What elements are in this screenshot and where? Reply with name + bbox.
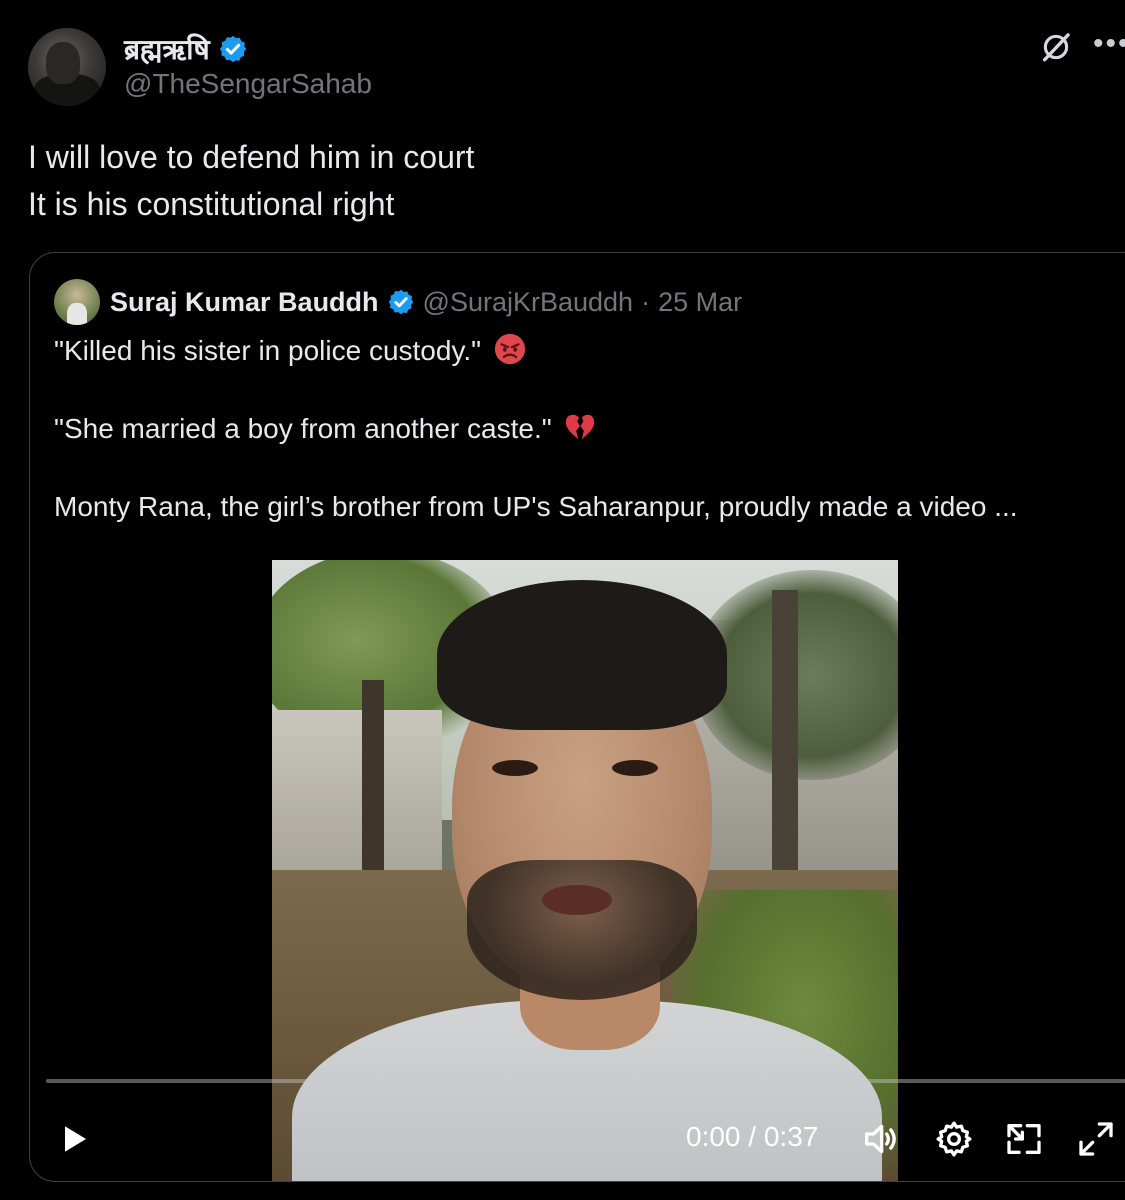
verified-badge-icon <box>388 289 413 315</box>
video-progress-bar[interactable] <box>46 1079 1125 1083</box>
angry-face-icon <box>494 333 526 365</box>
tweet-text-line: I will love to defend him in court <box>28 139 475 175</box>
quoted-author-display-name[interactable]: Suraj Kumar Bauddh <box>110 287 379 318</box>
quoted-text-line-content: "Killed his sister in police custody." <box>54 335 482 366</box>
video-person-beard <box>467 860 697 1000</box>
video-person-eye <box>492 760 538 776</box>
video-person-mouth <box>542 885 612 915</box>
grok-icon[interactable] <box>1039 30 1073 64</box>
more-icon[interactable]: ••• <box>1093 30 1125 64</box>
author-handle[interactable]: @TheSengarSahab <box>124 68 372 100</box>
quoted-text-line-content: Monty Rana, the girl’s brother from UP's… <box>54 491 1018 522</box>
quoted-header-separator: · <box>641 286 651 317</box>
quoted-author-avatar[interactable] <box>54 279 100 325</box>
tweet-top-actions: ••• <box>1039 30 1125 64</box>
video-scene-trunk <box>362 680 384 900</box>
tweet-text: I will love to defend him in court It is… <box>28 134 1088 228</box>
video-controls: 0:00 / 0:37 <box>30 1113 1125 1163</box>
author-display-name-row[interactable]: ब्रह्मऋषि <box>124 30 248 68</box>
picture-in-picture-icon[interactable] <box>1004 1119 1044 1159</box>
video-person-hair <box>437 580 727 730</box>
video-time-display: 0:00 / 0:37 <box>686 1121 818 1153</box>
video-scene-wall <box>272 710 442 870</box>
avatar-figure-head <box>46 42 80 84</box>
quoted-tweet-card[interactable]: Suraj Kumar Bauddh @SurajKrBauddh · 25 M… <box>29 252 1125 1182</box>
play-icon[interactable] <box>56 1119 92 1159</box>
video-time-separator: / <box>740 1121 764 1152</box>
quoted-tweet-header: Suraj Kumar Bauddh @SurajKrBauddh · 25 M… <box>54 279 742 325</box>
author-display-name[interactable]: ब्रह्मऋषि <box>124 30 210 68</box>
quoted-author-handle[interactable]: @SurajKrBauddh <box>423 287 634 318</box>
tweet-text-line: It is his constitutional right <box>28 186 395 222</box>
fullscreen-icon[interactable] <box>1076 1119 1116 1159</box>
quoted-text-line: Monty Rana, the girl’s brother from UP's… <box>54 487 1125 526</box>
quoted-text-line: "Killed his sister in police custody." <box>54 331 1125 370</box>
video-player-frame[interactable] <box>272 560 898 1181</box>
video-duration: 0:37 <box>763 1121 819 1152</box>
settings-icon[interactable] <box>934 1119 974 1159</box>
volume-icon[interactable] <box>860 1119 900 1159</box>
quoted-text-line: "She married a boy from another caste." <box>54 409 1125 448</box>
broken-heart-icon <box>566 414 595 440</box>
video-person-eye <box>612 760 658 776</box>
quoted-text-line-content: "She married a boy from another caste." <box>54 413 552 444</box>
verified-badge-icon <box>219 35 246 63</box>
video-current-time: 0:00 <box>686 1121 741 1152</box>
quoted-tweet-date[interactable]: 25 Mar <box>658 287 742 318</box>
author-avatar[interactable] <box>28 28 106 106</box>
quoted-tweet-text: "Killed his sister in police custody." "… <box>54 331 1125 526</box>
